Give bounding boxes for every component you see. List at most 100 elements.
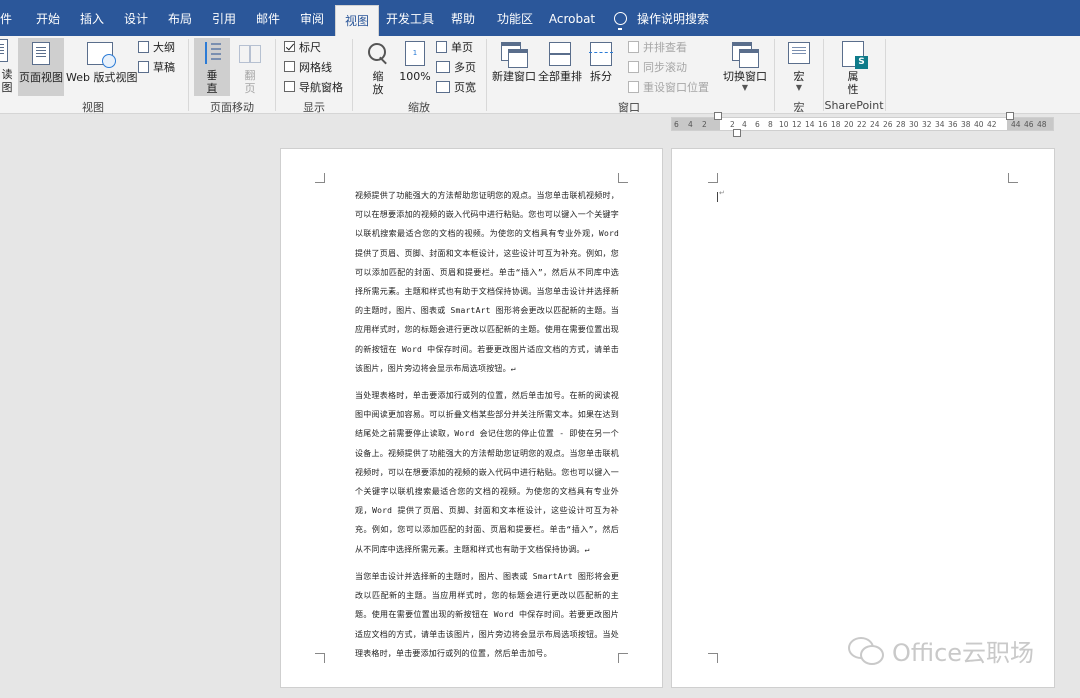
tab-insert[interactable]: 插入 <box>72 0 112 36</box>
read-mode-label-bottom: 图 <box>1 81 13 94</box>
web-layout-button[interactable]: Web 版式视图 <box>66 38 138 96</box>
text-cursor <box>717 192 718 202</box>
multiple-pages-icon <box>436 61 450 73</box>
vertical-scroll-button[interactable]: 垂 直 <box>194 38 230 96</box>
paragraph-3[interactable]: 当您单击设计并选择新的主题时，图片、图表或 SmartArt 图形将会更改以匹配… <box>355 567 619 663</box>
tab-ribbon-area[interactable]: 功能区 <box>490 0 540 36</box>
ruler-tick: 2 <box>730 120 735 129</box>
tab-review[interactable]: 审阅 <box>292 0 332 36</box>
ruler-margin-left <box>672 118 720 130</box>
margin-corner-mark <box>315 653 325 663</box>
tab-design[interactable]: 设计 <box>116 0 156 36</box>
horizontal-ruler[interactable]: 6 4 2 2 4 6 8 10 12 14 16 18 20 22 24 26… <box>671 117 1054 131</box>
zoom-button[interactable]: 缩 放 <box>362 38 394 96</box>
tab-home[interactable]: 开始 <box>28 0 68 36</box>
ruler-tick: 12 <box>792 120 802 129</box>
ruler-checkbox[interactable]: 标尺 <box>284 39 321 55</box>
paragraph-1[interactable]: 视频提供了功能强大的方法帮助您证明您的观点。当您单击联机视频时，可以在想要添加的… <box>355 186 619 378</box>
draft-button[interactable]: 草稿 <box>138 59 175 75</box>
view-side-by-side-button[interactable]: 并排查看 <box>628 39 687 55</box>
properties-label-bottom: 性 <box>847 83 859 96</box>
page-width-icon <box>436 81 450 93</box>
nav-pane-label: 导航窗格 <box>299 81 343 94</box>
switch-windows-label: 切换窗口 <box>723 70 767 83</box>
tab-acrobat[interactable]: Acrobat <box>546 0 598 36</box>
side-to-side-button[interactable]: 翻 页 <box>234 38 266 96</box>
web-layout-label: Web 版式视图 <box>66 71 138 84</box>
new-window-button[interactable]: 新建窗口 <box>492 38 536 96</box>
ruler-tick: 16 <box>818 120 828 129</box>
switch-windows-button[interactable]: 切换窗口 ▼ <box>722 38 768 96</box>
switch-windows-icon <box>732 42 759 68</box>
split-button[interactable]: 拆分 <box>586 38 616 96</box>
right-indent-marker[interactable] <box>1006 112 1014 120</box>
navigation-pane-checkbox[interactable]: 导航窗格 <box>284 79 343 95</box>
document-page-2[interactable]: ↵ <box>671 148 1055 688</box>
outline-button[interactable]: 大纲 <box>138 39 175 55</box>
ruler-tick: 46 <box>1024 120 1034 129</box>
zoom-100-button[interactable]: 1 100% <box>398 38 432 96</box>
vertical-arrows-icon <box>201 41 223 67</box>
split-label: 拆分 <box>590 70 612 83</box>
ruler-tick: 10 <box>779 120 789 129</box>
tab-mailings[interactable]: 邮件 <box>248 0 288 36</box>
dropdown-caret-icon: ▼ <box>741 83 749 92</box>
ruler-tick: 18 <box>831 120 841 129</box>
multiple-pages-button[interactable]: 多页 <box>436 59 476 75</box>
tab-developer[interactable]: 开发工具 <box>384 0 436 36</box>
ruler-check-icon <box>284 41 295 52</box>
tab-layout[interactable]: 布局 <box>160 0 200 36</box>
ruler-tick: 26 <box>883 120 893 129</box>
read-mode-label-top: 读 <box>1 68 13 81</box>
sync-scroll-label: 同步滚动 <box>643 61 687 74</box>
macros-button[interactable]: 宏 ▼ <box>782 38 816 96</box>
one-page-button[interactable]: 单页 <box>436 39 473 55</box>
page-width-button[interactable]: 页宽 <box>436 79 476 95</box>
ribbon-view: 读 图 页面视图 Web 版式视图 大纲 草稿 视图 垂 直 翻 页 页面移动 … <box>0 36 1080 114</box>
ruler-tick: 6 <box>755 120 760 129</box>
window-group-label: 窗口 <box>618 101 640 114</box>
ruler-tick: 38 <box>961 120 971 129</box>
margin-corner-mark <box>315 173 325 183</box>
document-page-1[interactable]: 视频提供了功能强大的方法帮助您证明您的观点。当您单击联机视频时，可以在想要添加的… <box>280 148 663 688</box>
macro-icon <box>788 42 810 64</box>
print-layout-button[interactable]: 页面视图 <box>18 38 64 96</box>
reset-position-label: 重设窗口位置 <box>643 81 709 94</box>
new-window-label: 新建窗口 <box>492 70 536 83</box>
outline-icon <box>138 41 149 53</box>
arrange-all-button[interactable]: 全部重排 <box>538 38 582 96</box>
print-layout-icon <box>32 42 50 65</box>
draft-label: 草稿 <box>153 61 175 74</box>
page-movement-group-label: 页面移动 <box>210 101 254 114</box>
group-divider <box>774 39 775 111</box>
tab-file[interactable]: 件 <box>0 0 12 36</box>
properties-button[interactable]: 属 性 <box>836 38 870 96</box>
ruler-tick: 48 <box>1037 120 1047 129</box>
gridlines-checkbox[interactable]: 网格线 <box>284 59 332 75</box>
reset-window-position-button[interactable]: 重设窗口位置 <box>628 79 709 95</box>
side-by-side-label: 并排查看 <box>643 41 687 54</box>
synchronous-scrolling-button[interactable]: 同步滚动 <box>628 59 687 75</box>
margin-corner-mark <box>1008 173 1018 183</box>
ruler-tick: 40 <box>974 120 984 129</box>
tab-references[interactable]: 引用 <box>204 0 244 36</box>
magnifier-icon <box>366 41 390 67</box>
tell-me-search[interactable]: 操作说明搜索 <box>614 0 709 36</box>
tell-me-label: 操作说明搜索 <box>637 12 710 26</box>
read-mode-button[interactable]: 读 图 <box>0 39 14 97</box>
group-divider <box>188 39 189 111</box>
show-group-label: 显示 <box>303 101 325 114</box>
tab-help[interactable]: 帮助 <box>444 0 482 36</box>
ruler-tick: 44 <box>1011 120 1021 129</box>
vertical-label-bottom: 直 <box>206 82 218 95</box>
ruler-tick: 28 <box>896 120 906 129</box>
left-indent-marker[interactable] <box>733 129 741 137</box>
read-mode-icon <box>0 39 8 62</box>
print-layout-label: 页面视图 <box>19 71 63 84</box>
paragraph-2[interactable]: 当处理表格时，单击要添加行或列的位置，然后单击加号。在新的阅读视图中阅读更加容易… <box>355 386 619 559</box>
tab-view[interactable]: 视图 <box>335 5 379 36</box>
multiple-pages-label: 多页 <box>454 61 476 74</box>
lightbulb-icon <box>614 12 627 30</box>
first-line-indent-marker[interactable] <box>714 112 722 120</box>
zoom-label-top: 缩 <box>372 70 384 83</box>
